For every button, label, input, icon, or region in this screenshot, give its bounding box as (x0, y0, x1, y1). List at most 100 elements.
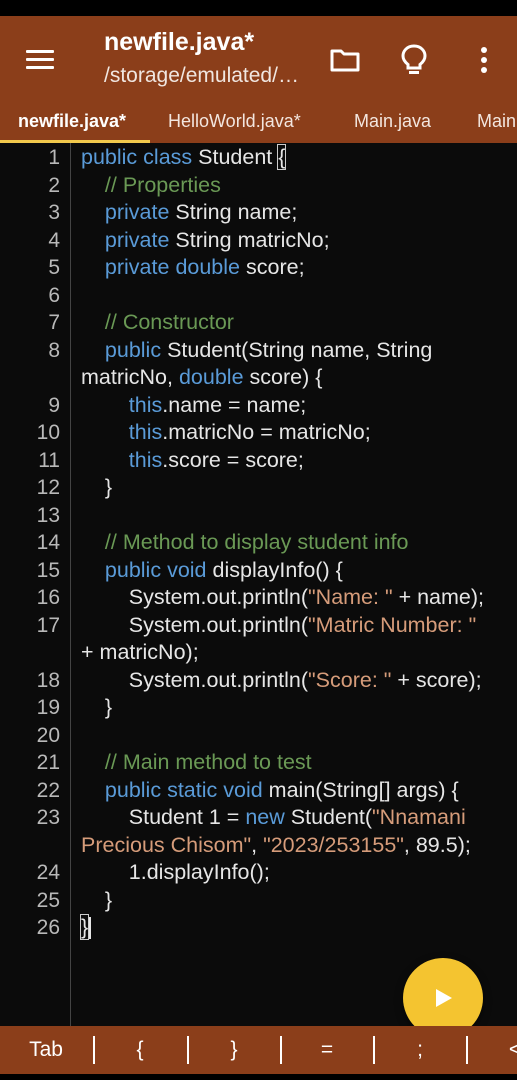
code-line[interactable]: 3 private String name; (0, 199, 517, 227)
code-line[interactable]: + matricNo); (0, 639, 517, 667)
code-text: this.matricNo = matricNo; (128, 420, 371, 444)
code-line[interactable]: 5 private double score; (0, 254, 517, 282)
code-text: 1.displayInfo(); (81, 860, 270, 884)
code-line[interactable]: 25 } (0, 887, 517, 915)
code-text: // Properties (104, 172, 221, 197)
code-text: private String matricNo; (104, 227, 330, 252)
line-number: 18 (36, 668, 60, 692)
code-line[interactable]: 16 System.out.println("Name: " + name); (0, 584, 517, 612)
symbol-less-than[interactable]: < (500, 1026, 517, 1074)
code-line[interactable]: 7 // Constructor (0, 309, 517, 337)
line-number: 4 (48, 228, 60, 252)
code-text: public Student(String name, String (104, 337, 433, 362)
line-number: 11 (38, 448, 60, 472)
file-tabs: newfile.java* HelloWorld.java* Main.java… (0, 100, 517, 143)
code-text: private double score; (104, 255, 305, 279)
line-number: 3 (48, 201, 60, 224)
line-number: 20 (36, 723, 60, 747)
code-line[interactable]: 24 1.displayInfo(); (0, 859, 517, 887)
navigation-bar (0, 1074, 517, 1080)
more-vert-icon[interactable] (464, 40, 504, 80)
code-text: } (81, 475, 113, 499)
code-line[interactable]: 20 (0, 722, 517, 750)
symbol-close-brace[interactable]: } (202, 1026, 266, 1074)
code-line[interactable]: 14 // Method to display student info (0, 529, 517, 557)
code-text: + matricNo); (81, 640, 199, 664)
code-line[interactable]: 6 (0, 282, 517, 310)
code-text: this.name = name; (128, 392, 307, 417)
code-text: // Main method to test (104, 750, 312, 774)
code-line[interactable]: 23 Student 1 = new Student("Nnamani (0, 804, 517, 832)
code-line[interactable]: 21 // Main method to test (0, 749, 517, 777)
code-text: // Constructor (104, 310, 234, 334)
code-text: System.out.println("Matric Number: " (81, 612, 477, 637)
code-line[interactable]: matricNo, double score) { (0, 364, 517, 392)
tab-main-2[interactable]: Main (477, 100, 516, 143)
line-number: 25 (36, 888, 60, 912)
line-number: 17 (36, 613, 60, 637)
line-number: 1 (48, 146, 60, 169)
code-line[interactable]: 8 public Student(String name, String (0, 337, 517, 365)
code-line[interactable]: 18 System.out.println("Score: " + score)… (0, 667, 517, 695)
app-bar: newfile.java* /storage/emulated/0/newfil… (0, 16, 517, 100)
symbol-tab[interactable]: Tab (14, 1026, 78, 1074)
line-number: 23 (36, 806, 60, 829)
code-text: private String name; (104, 200, 298, 224)
code-text: System.out.println("Score: " + score); (81, 667, 482, 692)
file-title: newfile.java* (104, 28, 255, 56)
code-line[interactable]: 11 this.score = score; (0, 447, 517, 475)
code-text: } (81, 887, 113, 912)
code-text: Student 1 = new Student("Nnamani (81, 805, 466, 829)
line-number: 16 (36, 586, 60, 609)
code-line[interactable]: 9 this.name = name; (0, 392, 517, 420)
line-number: 14 (36, 531, 60, 554)
code-text: System.out.println("Name: " + name); (81, 585, 485, 609)
line-number: 8 (48, 338, 60, 362)
line-number: 19 (36, 696, 60, 719)
line-number: 12 (36, 476, 60, 499)
line-number: 22 (36, 778, 60, 802)
code-text: public void displayInfo() { (104, 557, 343, 582)
line-number: 13 (36, 503, 60, 527)
code-text: public class Student { (81, 144, 287, 170)
folder-icon[interactable] (325, 40, 365, 80)
tab-helloworld[interactable]: HelloWorld.java* (168, 100, 301, 143)
code-line[interactable]: 1 public class Student { (0, 144, 517, 172)
code-text: } (79, 914, 513, 942)
line-number: 2 (48, 173, 60, 197)
line-number: 6 (48, 283, 60, 307)
symbol-open-brace[interactable]: { (108, 1026, 172, 1074)
symbol-bar: Tab { } = ; < (0, 1026, 517, 1074)
code-line[interactable]: 13 (0, 502, 517, 530)
code-line[interactable]: Precious Chisom", "2023/253155", 89.5); (0, 832, 517, 860)
code-editor[interactable]: 1 public class Student {2 // Properties 3 … (0, 143, 517, 1026)
line-number: 24 (36, 861, 60, 884)
line-number: 10 (36, 421, 60, 444)
status-bar (0, 0, 517, 16)
tab-main[interactable]: Main.java (354, 100, 431, 143)
symbol-equals[interactable]: = (295, 1026, 359, 1074)
line-number: 26 (36, 916, 60, 939)
code-line[interactable]: 26} (0, 914, 517, 942)
line-number: 15 (36, 558, 60, 582)
lightbulb-icon[interactable] (394, 40, 434, 80)
file-path: /storage/emulated/0/newfile.java (104, 64, 304, 87)
code-text: matricNo, double score) { (81, 365, 323, 389)
symbol-semicolon[interactable]: ; (388, 1026, 452, 1074)
tab-newfile[interactable]: newfile.java* (18, 100, 126, 143)
code-line[interactable]: 17 System.out.println("Matric Number: " (0, 612, 517, 640)
menu-icon[interactable] (26, 50, 54, 70)
code-text: // Method to display student info (104, 530, 409, 554)
code-line[interactable]: 4 private String matricNo; (0, 227, 517, 255)
code-line[interactable]: 10 this.matricNo = matricNo; (0, 419, 517, 447)
code-line[interactable]: 15 public void displayInfo() { (0, 557, 517, 585)
line-number: 7 (48, 311, 60, 334)
code-line[interactable]: 22 public static void main(String[] args… (0, 777, 517, 805)
code-line[interactable]: 19 } (0, 694, 517, 722)
code-line[interactable]: 2 // Properties (0, 172, 517, 200)
line-number: 5 (48, 256, 60, 279)
play-icon (436, 989, 452, 1007)
code-line[interactable]: 12 } (0, 474, 517, 502)
code-text: this.score = score; (128, 447, 304, 472)
line-number: 9 (48, 393, 60, 417)
